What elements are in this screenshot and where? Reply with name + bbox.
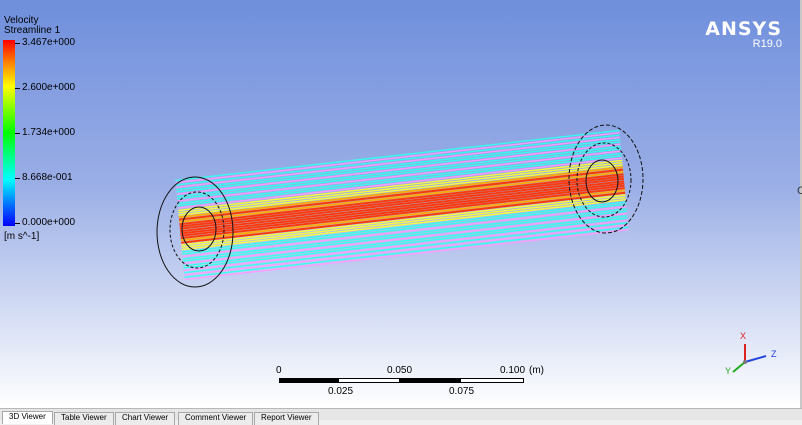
scale-segment — [339, 378, 399, 383]
pipe-streamline-geometry — [156, 124, 767, 373]
tab-3d-viewer[interactable]: 3D Viewer — [2, 411, 53, 424]
axis-z-label: Z — [771, 349, 777, 359]
side-handle-icon[interactable]: C — [797, 185, 802, 197]
axis-triad — [732, 344, 767, 373]
scale-label-0100: 0.100 — [500, 365, 526, 376]
scale-label-0050: 0.050 — [387, 365, 413, 376]
axis-y-label: Y — [725, 366, 732, 376]
scale-segment — [279, 378, 339, 383]
viewer-tab-bar: 3D Viewer Table Viewer Chart Viewer Comm… — [0, 408, 802, 425]
scale-label-0075: 0.075 — [449, 386, 475, 397]
axis-x-label: X — [740, 331, 747, 341]
scale-unit: (m) — [529, 365, 544, 376]
streamlines — [175, 129, 629, 281]
scale-label-0025: 0.025 — [328, 386, 354, 397]
scale-segment — [461, 378, 524, 383]
3d-viewport[interactable]: Velocity Streamline 1 3.467e+000 2.600e+… — [0, 0, 802, 408]
scale-label-0: 0 — [276, 365, 282, 376]
scale-segment — [399, 378, 461, 383]
